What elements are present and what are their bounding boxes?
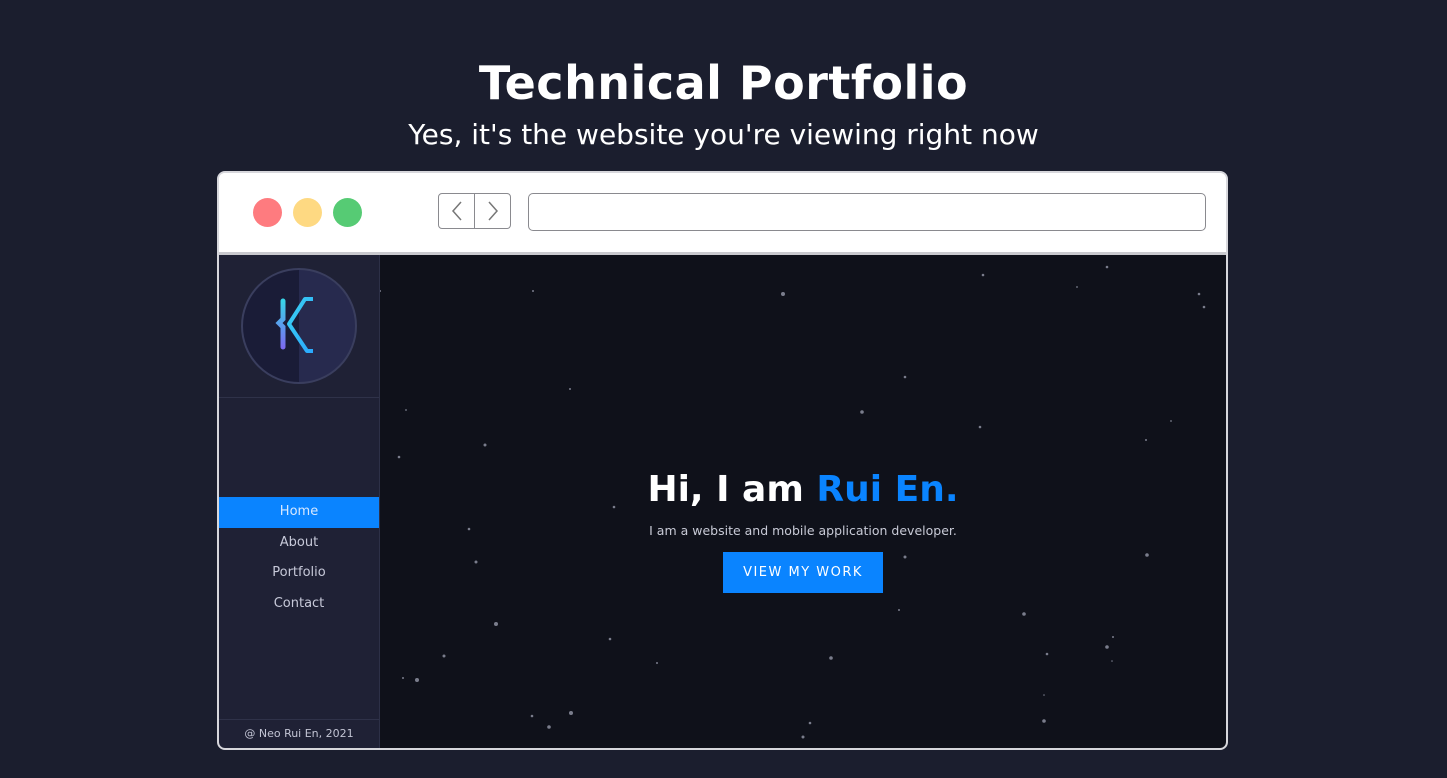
chevron-right-icon: [487, 201, 498, 221]
sidebar-footer: @ Neo Rui En, 2021: [219, 719, 379, 748]
page-subtitle: Yes, it's the website you're viewing rig…: [408, 118, 1039, 151]
hero-tagline: I am a website and mobile application de…: [649, 523, 957, 538]
browser-toolbar: [219, 173, 1226, 255]
minimize-window-dot[interactable]: [293, 198, 322, 227]
close-window-dot[interactable]: [253, 198, 282, 227]
hero-name: Rui En.: [816, 469, 959, 510]
sidebar-menu: Home About Portfolio Contact: [219, 497, 379, 619]
sidebar-item-home[interactable]: Home: [219, 497, 379, 528]
site-viewport: Home About Portfolio Contact @ Neo Rui E…: [219, 255, 1226, 748]
back-button[interactable]: [439, 194, 474, 228]
logo-container: [219, 255, 379, 398]
hero-heading: Hi, I am Rui En.: [380, 465, 1226, 515]
page-title: Technical Portfolio: [478, 56, 969, 110]
maximize-window-dot[interactable]: [333, 198, 362, 227]
history-nav: [438, 193, 511, 229]
hero-greeting: Hi, I am: [647, 469, 817, 510]
browser-window: Home About Portfolio Contact @ Neo Rui E…: [217, 171, 1228, 750]
hero-section: Hi, I am Rui En. I am a website and mobi…: [380, 255, 1226, 748]
view-my-work-button[interactable]: VIEW MY WORK: [723, 552, 883, 593]
hero-content: Hi, I am Rui En. I am a website and mobi…: [380, 465, 1226, 593]
k-monogram-icon: [275, 297, 313, 353]
address-bar[interactable]: [528, 193, 1206, 231]
site-sidebar: Home About Portfolio Contact @ Neo Rui E…: [219, 255, 380, 748]
chevron-left-icon: [451, 201, 462, 221]
k-logo-icon[interactable]: [241, 268, 357, 384]
sidebar-item-portfolio[interactable]: Portfolio: [219, 558, 379, 589]
sidebar-item-contact[interactable]: Contact: [219, 589, 379, 620]
sidebar-item-about[interactable]: About: [219, 528, 379, 559]
forward-button[interactable]: [474, 194, 510, 228]
